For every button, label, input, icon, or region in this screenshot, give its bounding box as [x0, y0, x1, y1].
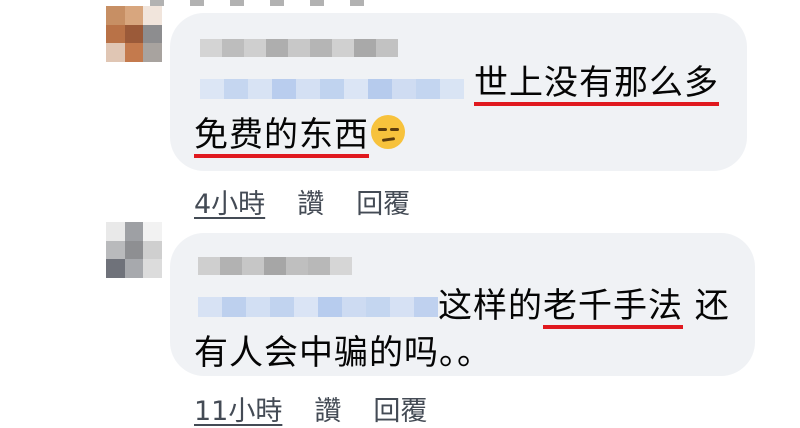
comment-text: 这样的老千手法 还: [438, 286, 730, 326]
underlined-phrase: 免费的东西: [194, 115, 405, 155]
like-button[interactable]: 讚: [314, 396, 341, 427]
underlined-phrase: 世上没有那么多: [474, 63, 719, 103]
timestamp-link[interactable]: 4小時: [194, 189, 265, 220]
timestamp-link[interactable]: 11小時: [194, 396, 282, 427]
underlined-phrase: 老千手法: [543, 286, 683, 326]
reply-button[interactable]: 回覆: [356, 189, 410, 220]
blurred-mention: [200, 79, 464, 99]
unamused-face-icon: [371, 115, 405, 149]
blurred-mention: [198, 297, 438, 317]
previous-comment-cutoff: [150, 0, 380, 6]
comment-text: 世上没有那么多: [474, 58, 719, 108]
avatar[interactable]: [106, 6, 162, 62]
comment-text: 有人会中骗的吗。。: [194, 333, 492, 373]
comment-actions: 4小時 讚 回覆: [194, 182, 410, 221]
blurred-author-name: [200, 39, 398, 57]
like-button[interactable]: 讚: [297, 189, 324, 220]
comment-text: 免费的东西: [194, 110, 405, 160]
avatar[interactable]: [106, 222, 162, 278]
reply-button[interactable]: 回覆: [373, 396, 427, 427]
comment-actions: 11小時 讚 回覆: [194, 389, 427, 428]
blurred-author-name: [198, 257, 352, 275]
